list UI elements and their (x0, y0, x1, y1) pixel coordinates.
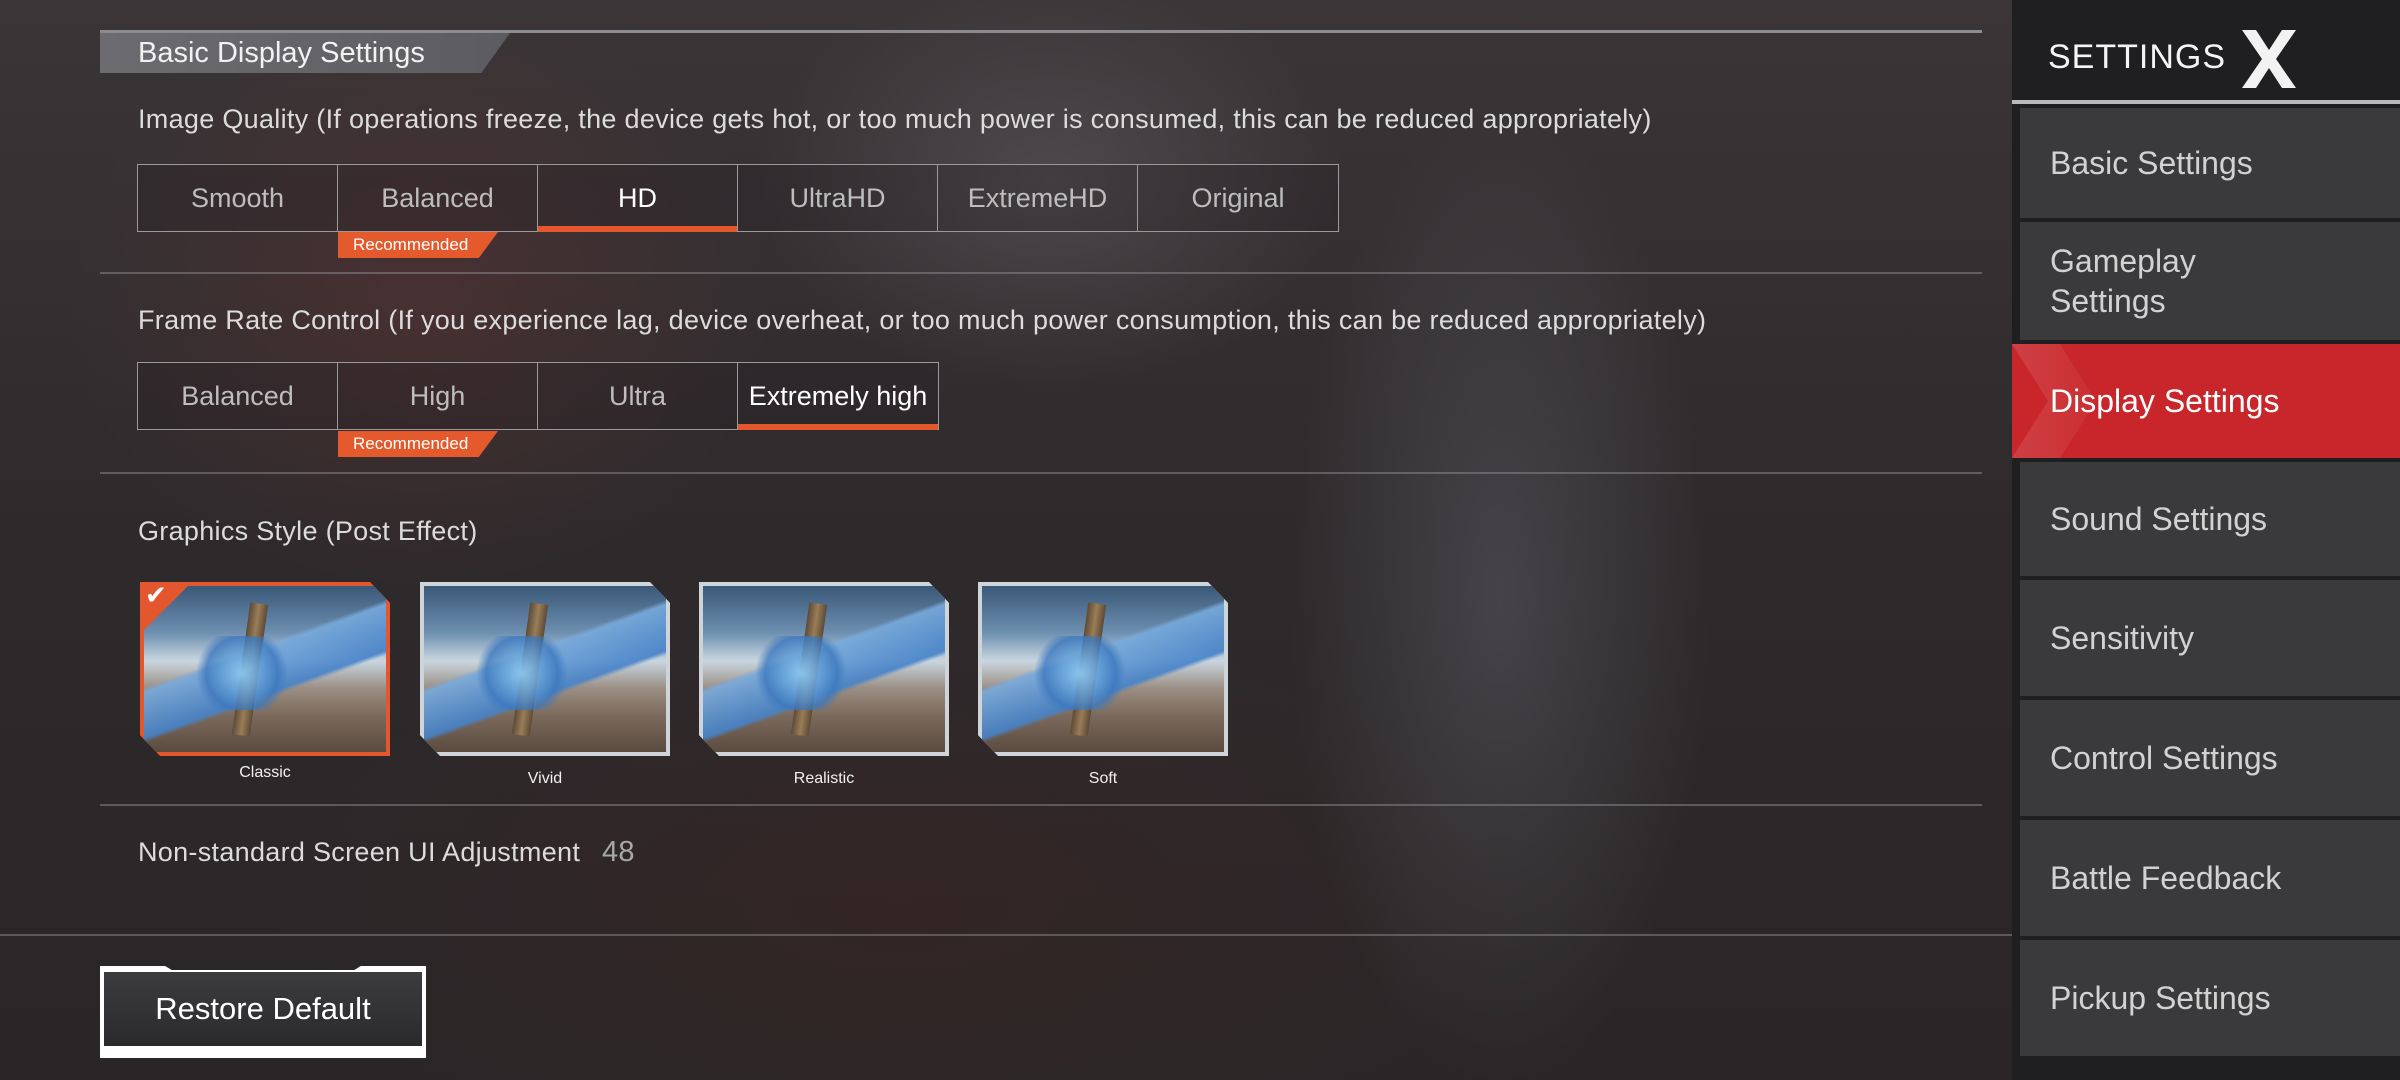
sidebar-item-pickup-settings[interactable]: Pickup Settings (2020, 940, 2400, 1056)
sidebar-item-label: Sound Settings (2050, 500, 2268, 537)
image-quality-label: Image Quality (If operations freeze, the… (138, 104, 1652, 134)
image-quality-selector: Smooth Balanced HD UltraHD ExtremeHD Ori… (137, 164, 1339, 232)
graphics-style-vivid-thumbnail[interactable] (420, 582, 670, 756)
sidebar-item-sound-settings[interactable]: Sound Settings (2020, 462, 2400, 576)
sidebar-item-display-settings[interactable]: Display Settings (2012, 344, 2400, 458)
sidebar-header-divider (2012, 100, 2400, 104)
sidebar-item-label: Basic Settings (2050, 144, 2253, 181)
sidebar-item-label: Sensitivity (2050, 619, 2195, 656)
image-quality-recommended-badge: Recommended (338, 232, 498, 258)
section-header: Basic Display Settings (100, 30, 1982, 74)
graphics-style-realistic-thumbnail[interactable] (699, 582, 949, 756)
image-quality-option-hd[interactable]: HD (538, 165, 738, 232)
sidebar-item-gameplay-settings[interactable]: Gameplay Settings (2020, 222, 2400, 340)
frame-rate-option-ultra[interactable]: Ultra (538, 363, 738, 429)
ui-adjustment-value: 48 (601, 836, 635, 868)
footer-divider (0, 934, 2012, 936)
sidebar-item-label: Pickup Settings (2050, 979, 2271, 1016)
ui-adjustment-row[interactable]: Non-standard Screen UI Adjustment 48 (138, 836, 635, 869)
graphics-style-soft-thumbnail[interactable] (978, 582, 1228, 756)
header-divider (100, 30, 1982, 33)
sidebar-item-label: Display Settings (2050, 382, 2280, 419)
divider (100, 272, 1982, 274)
sidebar-item-label: Control Settings (2050, 739, 2278, 776)
frame-rate-option-high[interactable]: High (338, 363, 538, 429)
ui-adjustment-label: Non-standard Screen UI Adjustment (138, 837, 581, 867)
sidebar-item-battle-feedback[interactable]: Battle Feedback (2020, 820, 2400, 936)
graphics-style-classic-label: Classic (239, 764, 291, 781)
graphics-style-realistic-label: Realistic (793, 770, 855, 787)
sidebar-item-label: Battle Feedback (2050, 859, 2282, 896)
graphics-style-vivid-label: Vivid (527, 770, 563, 787)
restore-default-label: Restore Default (104, 972, 422, 1046)
frame-rate-option-balanced[interactable]: Balanced (138, 363, 338, 429)
image-quality-option-ultrahd[interactable]: UltraHD (738, 165, 938, 231)
section-title: Basic Display Settings (100, 33, 510, 73)
frame-rate-selector: Balanced High Ultra Extremely high (137, 362, 939, 430)
graphics-style-soft-label: Soft (1088, 770, 1118, 787)
sidebar-item-basic-settings[interactable]: Basic Settings (2020, 108, 2400, 218)
soft-preview-image (982, 586, 1224, 752)
frame-rate-label: Frame Rate Control (If you experience la… (138, 305, 1707, 335)
frame-rate-recommended-badge: Recommended (338, 431, 498, 457)
divider (100, 804, 1982, 806)
divider (100, 472, 1982, 474)
close-icon[interactable] (2238, 28, 2300, 90)
image-quality-option-balanced[interactable]: Balanced (338, 165, 538, 231)
image-quality-option-smooth[interactable]: Smooth (138, 165, 338, 231)
sidebar-header: SETTINGS (2012, 0, 2400, 104)
vivid-preview-image (424, 586, 666, 752)
image-quality-option-original[interactable]: Original (1138, 165, 1338, 231)
image-quality-option-extremehd[interactable]: ExtremeHD (938, 165, 1138, 231)
realistic-preview-image (703, 586, 945, 752)
graphics-style-classic-thumbnail[interactable]: ✔ (140, 582, 390, 756)
sidebar-item-label: Gameplay Settings (2050, 243, 2196, 319)
settings-title: SETTINGS (2048, 38, 2227, 76)
sidebar-item-sensitivity[interactable]: Sensitivity (2020, 580, 2400, 696)
classic-preview-image (144, 586, 386, 752)
sidebar-item-control-settings[interactable]: Control Settings (2020, 700, 2400, 816)
frame-rate-option-extremely-high[interactable]: Extremely high (738, 363, 938, 430)
settings-sidebar: SETTINGS Basic Settings Gameplay Setting… (2012, 0, 2400, 1080)
display-settings-panel: Basic Display Settings Image Quality (If… (0, 0, 2012, 1080)
graphics-style-label: Graphics Style (Post Effect) (138, 516, 478, 546)
restore-default-button[interactable]: Restore Default (100, 966, 426, 1058)
